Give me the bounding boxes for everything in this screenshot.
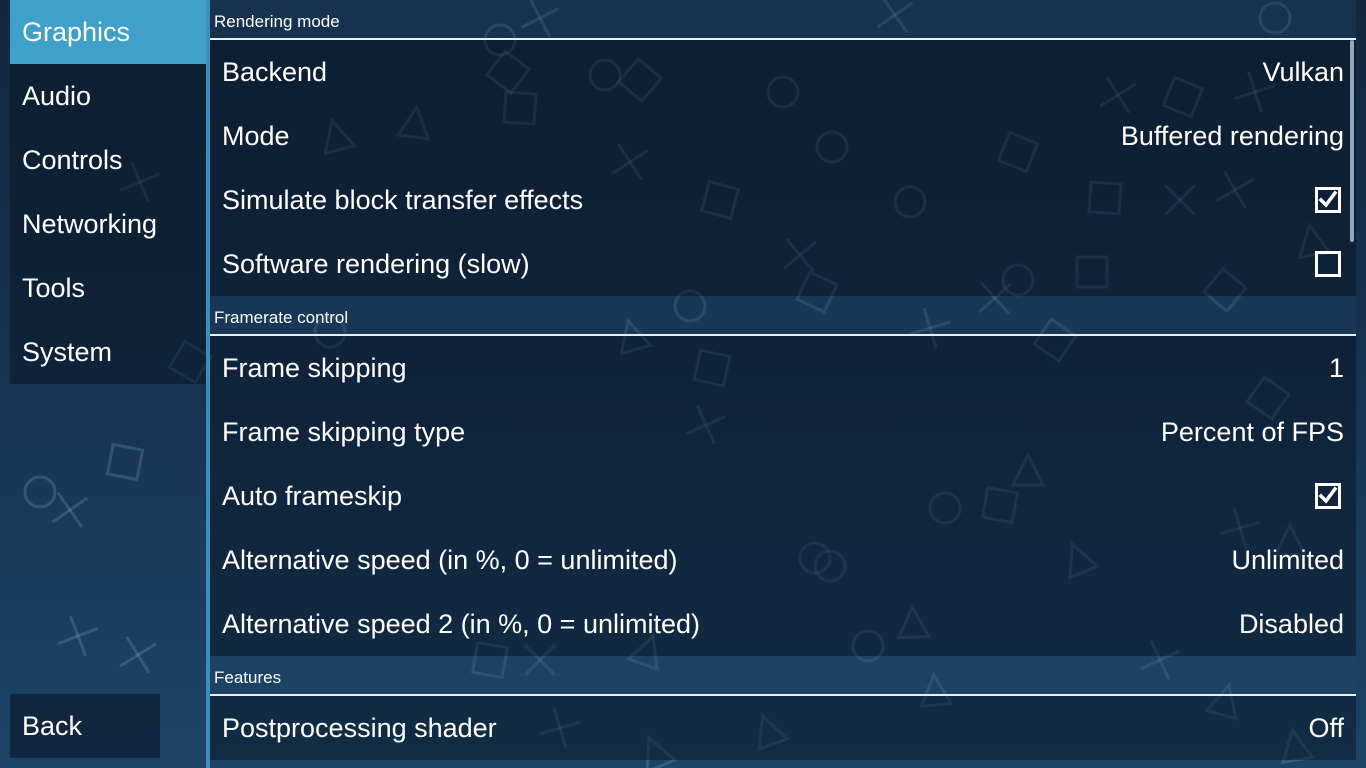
section-features: Postprocessing shader Off <box>210 696 1356 760</box>
setting-label: Simulate block transfer effects <box>222 184 584 215</box>
setting-label: Alternative speed 2 (in %, 0 = unlimited… <box>222 608 700 639</box>
setting-frame-skipping-type[interactable]: Frame skipping type Percent of FPS <box>210 400 1356 464</box>
tab-graphics[interactable]: Graphics <box>10 0 206 64</box>
setting-label: Alternative speed (in %, 0 = unlimited) <box>222 544 678 575</box>
setting-label: Auto frameskip <box>222 480 403 511</box>
setting-label: Mode <box>222 120 290 151</box>
setting-value: Vulkan <box>1262 56 1344 87</box>
section-framerate-control: Frame skipping 1 Frame skipping type Per… <box>210 336 1356 656</box>
section-header-framerate-control: Framerate control <box>210 296 1356 336</box>
setting-value: Buffered rendering <box>1120 120 1344 151</box>
setting-frame-skipping[interactable]: Frame skipping 1 <box>210 336 1356 400</box>
setting-software-rendering[interactable]: Software rendering (slow) <box>210 232 1356 296</box>
tab-controls[interactable]: Controls <box>10 128 206 192</box>
tab-networking[interactable]: Networking <box>10 192 206 256</box>
sidebar: Graphics Audio Controls Networking Tools… <box>10 0 206 384</box>
setting-postprocessing-shader[interactable]: Postprocessing shader Off <box>210 696 1356 760</box>
section-header-features: Features <box>210 656 1356 696</box>
checkbox-unchecked-icon[interactable] <box>1315 251 1341 277</box>
square-icon <box>105 442 145 482</box>
setting-backend[interactable]: Backend Vulkan <box>210 40 1356 104</box>
setting-alternative-speed-2[interactable]: Alternative speed 2 (in %, 0 = unlimited… <box>210 592 1356 656</box>
setting-alternative-speed[interactable]: Alternative speed (in %, 0 = unlimited) … <box>210 528 1356 592</box>
setting-value: Unlimited <box>1231 544 1344 575</box>
tab-audio[interactable]: Audio <box>10 64 206 128</box>
setting-label: Backend <box>222 56 328 87</box>
setting-label: Postprocessing shader <box>222 712 497 743</box>
setting-label: Software rendering (slow) <box>222 248 530 279</box>
setting-simulate-block-transfer[interactable]: Simulate block transfer effects <box>210 168 1356 232</box>
cross-icon <box>57 615 99 657</box>
setting-label: Frame skipping <box>222 352 407 383</box>
back-button[interactable]: Back <box>10 694 160 758</box>
checkbox-checked-icon[interactable] <box>1315 483 1341 509</box>
cross-icon <box>51 491 89 529</box>
circle-icon <box>23 475 57 509</box>
setting-label: Frame skipping type <box>222 416 466 447</box>
section-rendering-mode: Backend Vulkan Mode Buffered rendering S… <box>210 40 1356 296</box>
setting-value: Percent of FPS <box>1160 416 1344 447</box>
setting-auto-frameskip[interactable]: Auto frameskip <box>210 464 1356 528</box>
setting-value: Disabled <box>1238 608 1344 639</box>
setting-value: Off <box>1308 712 1344 743</box>
checkbox-checked-icon[interactable] <box>1315 187 1341 213</box>
tab-system[interactable]: System <box>10 320 206 384</box>
cross-icon <box>119 636 157 674</box>
settings-panel: Rendering mode Backend Vulkan Mode Buffe… <box>210 0 1356 768</box>
setting-value: 1 <box>1328 352 1344 383</box>
section-header-rendering-mode: Rendering mode <box>210 0 1356 40</box>
tab-tools[interactable]: Tools <box>10 256 206 320</box>
setting-mode[interactable]: Mode Buffered rendering <box>210 104 1356 168</box>
scrollbar[interactable] <box>1350 40 1354 242</box>
